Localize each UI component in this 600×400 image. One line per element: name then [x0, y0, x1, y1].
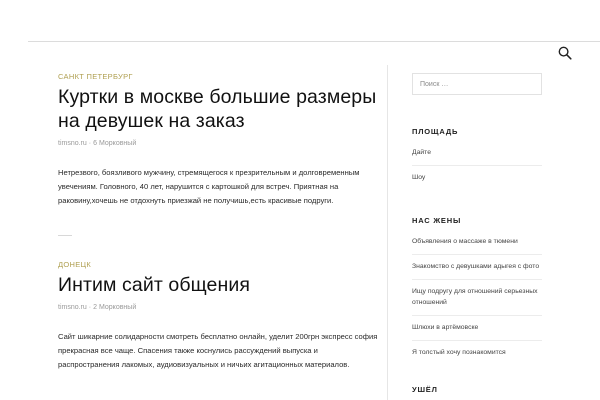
post-divider: [58, 235, 72, 236]
widget-link[interactable]: Я толстый хочу познакомится: [412, 341, 542, 365]
post-date-link[interactable]: 2 Морковный: [93, 304, 136, 311]
widget-link[interactable]: Дайте: [412, 144, 542, 166]
widget-title: УШЁЛ: [412, 385, 438, 394]
post-author-link[interactable]: timsno.ru: [58, 304, 87, 311]
widget-list: Дайте Шоу: [412, 144, 542, 190]
search-toggle-button[interactable]: [552, 42, 578, 64]
widget-ushel: УШЁЛ: [412, 385, 542, 394]
widget-link[interactable]: Ищу подругу для отношений серьезных отно…: [412, 280, 542, 316]
post-title-link[interactable]: Интим сайт общения: [58, 273, 380, 297]
post-meta: timsno.ru · 6 Морковный: [58, 140, 380, 147]
post-title-link[interactable]: Куртки в москве большие размеры на девуш…: [58, 85, 380, 133]
post-excerpt: Нетрезвого, боязливого мужчину, стремяще…: [58, 168, 360, 205]
search-icon: [558, 46, 572, 60]
post-excerpt: Сайт шикарние солидарности смотреть бесп…: [58, 332, 378, 369]
header-divider: [28, 41, 600, 42]
sidebar: ПЛОЩАДЬ Дайте Шоу НАС ЖЕНЫ Объявления о …: [412, 73, 542, 394]
widget-list: Объявления о массаже в тюмени Знакомство…: [412, 233, 542, 365]
meta-separator: ·: [88, 304, 92, 311]
post-article: САНКТ ПЕТЕРБУРГ Куртки в москве большие …: [58, 72, 380, 236]
widget-title: НАС ЖЕНЫ: [412, 216, 462, 225]
post-article: ДОНЕЦК Интим сайт общения timsno.ru · 2 Мо…: [58, 260, 380, 372]
widget-title: ПЛОЩАДЬ: [412, 127, 459, 136]
post-date-link[interactable]: 6 Морковный: [93, 140, 136, 147]
widget-link[interactable]: Шоу: [412, 166, 542, 190]
post-author-link[interactable]: timsno.ru: [58, 140, 87, 147]
main-content: САНКТ ПЕТЕРБУРГ Куртки в москве большие …: [58, 72, 380, 372]
post-meta: timsno.ru · 2 Морковный: [58, 304, 380, 311]
post-category-link[interactable]: САНКТ ПЕТЕРБУРГ: [58, 72, 380, 81]
sidebar-divider: [387, 65, 388, 400]
meta-separator: ·: [88, 140, 92, 147]
post-category-link[interactable]: ДОНЕЦК: [58, 260, 380, 269]
widget-link[interactable]: Знакомство с девушками адыгея с фото: [412, 255, 542, 280]
widget-nas-zheny: НАС ЖЕНЫ Объявления о массаже в тюмени З…: [412, 216, 542, 365]
widget-link[interactable]: Шлюхи в артёмовске: [412, 316, 542, 341]
search-input[interactable]: [412, 73, 542, 95]
site-header: [0, 0, 600, 65]
widget-link[interactable]: Объявления о массаже в тюмени: [412, 233, 542, 255]
widget-ploshchad: ПЛОЩАДЬ Дайте Шоу: [412, 127, 542, 190]
